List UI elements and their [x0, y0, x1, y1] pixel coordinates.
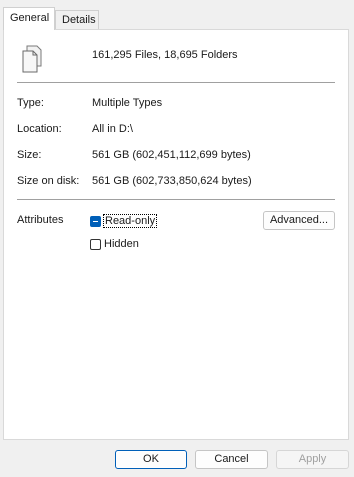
multiple-files-icon: [22, 45, 42, 73]
hidden-checkbox-row[interactable]: Hidden: [90, 236, 139, 252]
size-value: 561 GB (602,451,112,699 bytes): [92, 149, 251, 161]
size-on-disk-value: 561 GB (602,733,850,624 bytes): [92, 175, 252, 187]
ok-button[interactable]: OK: [115, 450, 187, 469]
file-folder-count: 161,295 Files, 18,695 Folders: [92, 49, 238, 61]
general-panel: 161,295 Files, 18,695 Folders Type: Mult…: [3, 29, 349, 440]
cancel-button[interactable]: Cancel: [195, 450, 268, 469]
location-value: All in D:\: [92, 123, 133, 135]
apply-button[interactable]: Apply: [276, 450, 349, 469]
read-only-checkbox-row[interactable]: Read-only: [90, 213, 158, 229]
divider: [17, 82, 335, 83]
attributes-label: Attributes: [17, 214, 64, 226]
tab-details[interactable]: Details: [55, 10, 99, 30]
type-value: Multiple Types: [92, 97, 163, 109]
type-label: Type:: [17, 97, 44, 109]
properties-dialog: General Details 161,295 Files, 18,695 Fo…: [0, 0, 354, 477]
location-label: Location:: [17, 123, 62, 135]
hidden-checkbox[interactable]: [90, 238, 101, 250]
hidden-label[interactable]: Hidden: [104, 238, 139, 250]
advanced-button[interactable]: Advanced...: [263, 211, 335, 230]
divider: [17, 199, 335, 200]
tab-general[interactable]: General: [3, 7, 55, 30]
read-only-label[interactable]: Read-only: [102, 214, 158, 228]
size-on-disk-label: Size on disk:: [17, 175, 80, 187]
read-only-checkbox[interactable]: [90, 215, 101, 227]
size-label: Size:: [17, 149, 42, 161]
